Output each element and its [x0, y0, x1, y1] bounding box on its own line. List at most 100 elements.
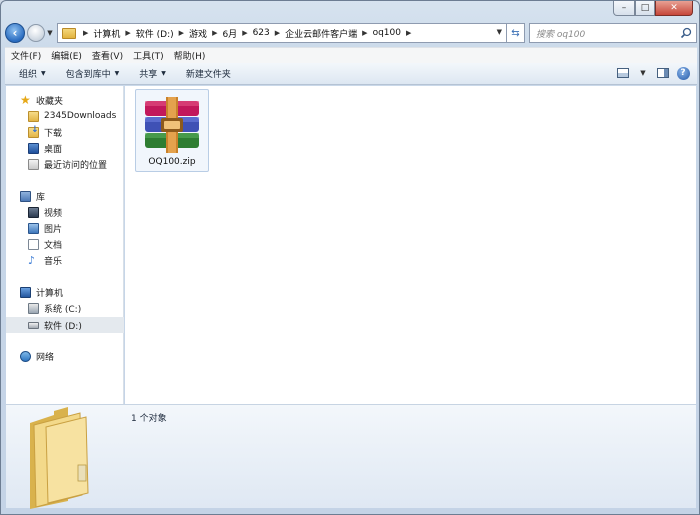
- recent-pages-dropdown[interactable]: ▼: [45, 29, 55, 37]
- new-folder-label: 新建文件夹: [185, 70, 231, 80]
- menu-file[interactable]: 文件(F): [11, 49, 41, 62]
- computer-icon: [20, 286, 31, 298]
- sidebar-network[interactable]: 网络: [6, 348, 124, 364]
- sidebar-item-music[interactable]: ♪ 音乐: [6, 252, 124, 268]
- back-button[interactable]: ‹: [5, 23, 25, 43]
- explorer-window: – □ ✕ ‹ ▼ ▶ 计算机 ▶ 软件 (D:) ▶ 游戏 ▶ 6月 ▶ 62…: [0, 0, 700, 515]
- new-folder-button[interactable]: 新建文件夹: [186, 67, 231, 80]
- help-icon: ?: [676, 66, 690, 80]
- preview-pane-icon: [657, 68, 669, 78]
- share-button[interactable]: 共享 ▼: [139, 67, 166, 80]
- video-icon: [28, 206, 39, 218]
- folder-icon: [28, 110, 39, 122]
- breadcrumb-separator[interactable]: ▶: [242, 29, 247, 37]
- breadcrumb-separator[interactable]: ▶: [212, 29, 217, 37]
- downloads-icon: [28, 125, 39, 138]
- library-icon: [20, 190, 31, 202]
- file-name: OQ100.zip: [148, 157, 196, 167]
- include-in-library-button[interactable]: 包含到库中 ▼: [66, 67, 120, 80]
- sidebar-item-label: 2345Downloads: [44, 111, 117, 121]
- help-button[interactable]: ?: [675, 66, 691, 80]
- sidebar-item-2345downloads[interactable]: 2345Downloads: [6, 108, 124, 124]
- chevron-down-icon: ▼: [161, 70, 166, 77]
- search-placeholder: 搜索 oq100: [536, 29, 586, 40]
- sidebar-item-drive-c[interactable]: 系统 (C:): [6, 300, 124, 316]
- address-bar[interactable]: ▶ 计算机 ▶ 软件 (D:) ▶ 游戏 ▶ 6月 ▶ 623 ▶ 企业云邮件客…: [57, 23, 507, 43]
- maximize-button[interactable]: □: [635, 1, 655, 16]
- breadcrumb-computer[interactable]: 计算机: [93, 27, 120, 40]
- sidebar-item-pictures[interactable]: 图片: [6, 220, 124, 236]
- sidebar-computer[interactable]: 计算机: [6, 284, 124, 300]
- star-icon: ★: [20, 93, 31, 107]
- sidebar-item-drive-d[interactable]: 软件 (D:): [6, 317, 124, 333]
- back-arrow-icon: ‹: [12, 26, 18, 40]
- share-label: 共享: [139, 70, 158, 80]
- breadcrumb-separator[interactable]: ▶: [83, 29, 88, 37]
- breadcrumb-separator[interactable]: ▶: [179, 29, 184, 37]
- sidebar-item-label: 最近访问的位置: [44, 160, 108, 171]
- navigation-pane: ★ 收藏夹 2345Downloads 下载 桌面 最近访问的位置 库 视频: [6, 86, 124, 404]
- breadcrumb-separator[interactable]: ▶: [362, 29, 367, 37]
- menu-bar: 文件(F) 编辑(E) 查看(V) 工具(T) 帮助(H): [5, 47, 697, 63]
- item-count: 1 个对象: [131, 414, 167, 424]
- minimize-button[interactable]: –: [613, 1, 635, 16]
- desktop-icon: [28, 142, 39, 154]
- menu-tools[interactable]: 工具(T): [133, 49, 164, 62]
- folder-icon: [30, 407, 89, 509]
- view-controls: ▼ ?: [611, 66, 691, 80]
- address-dropdown-icon[interactable]: ▼: [497, 28, 502, 36]
- sidebar-item-label: 软件 (D:): [44, 321, 82, 332]
- sidebar-favorites[interactable]: ★ 收藏夹: [6, 92, 124, 108]
- breadcrumb-games[interactable]: 游戏: [189, 27, 207, 40]
- sidebar-item-videos[interactable]: 视频: [6, 204, 124, 220]
- sidebar-item-label: 桌面: [44, 144, 63, 155]
- refresh-button[interactable]: ⇆: [507, 23, 525, 43]
- file-item[interactable]: OQ100.zip: [135, 89, 209, 172]
- sidebar-item-label: 下载: [44, 128, 63, 139]
- folder-icon: [62, 27, 76, 39]
- close-button[interactable]: ✕: [655, 1, 693, 16]
- network-icon: [20, 350, 31, 362]
- sidebar-item-label: 系统 (C:): [44, 304, 82, 315]
- refresh-icon: ⇆: [511, 27, 520, 39]
- sidebar-item-recent-places[interactable]: 最近访问的位置: [6, 156, 124, 172]
- view-icon: [617, 68, 629, 78]
- view-options-dropdown[interactable]: ▼: [635, 66, 651, 80]
- chevron-down-icon: ▼: [114, 70, 120, 77]
- menu-view[interactable]: 查看(V): [92, 49, 123, 62]
- menu-help[interactable]: 帮助(H): [174, 49, 206, 62]
- search-box[interactable]: 搜索 oq100: [529, 23, 697, 43]
- breadcrumb-june[interactable]: 6月: [222, 27, 237, 40]
- breadcrumb-separator[interactable]: ▶: [125, 29, 130, 37]
- breadcrumb-mail-client[interactable]: 企业云邮件客户端: [285, 27, 357, 40]
- file-list[interactable]: OQ100.zip: [125, 86, 696, 404]
- sidebar-item-downloads[interactable]: 下载: [6, 124, 124, 140]
- recent-places-icon: [28, 158, 39, 170]
- sidebar-item-label: 视频: [44, 208, 63, 219]
- sidebar-item-label: 音乐: [44, 256, 63, 267]
- details-pane: 1 个对象: [6, 404, 696, 509]
- change-view-button[interactable]: [615, 66, 631, 80]
- breadcrumb-623[interactable]: 623: [253, 28, 270, 38]
- sidebar-item-label: 文档: [44, 240, 63, 251]
- music-icon: ♪: [28, 253, 36, 267]
- navigation-bar: ‹ ▼ ▶ 计算机 ▶ 软件 (D:) ▶ 游戏 ▶ 6月 ▶ 623 ▶ 企业…: [5, 21, 697, 45]
- organize-label: 组织: [19, 70, 38, 80]
- pictures-icon: [28, 222, 39, 234]
- forward-button[interactable]: [27, 24, 45, 42]
- search-icon[interactable]: [680, 27, 692, 39]
- sidebar-item-documents[interactable]: 文档: [6, 236, 124, 252]
- preview-pane-button[interactable]: [655, 66, 671, 80]
- sidebar-favorites-label: 收藏夹: [36, 96, 64, 107]
- documents-icon: [28, 238, 39, 250]
- breadcrumb-oq100[interactable]: oq100: [373, 28, 401, 38]
- breadcrumb-separator[interactable]: ▶: [275, 29, 280, 37]
- menu-edit[interactable]: 编辑(E): [51, 49, 82, 62]
- sidebar-libraries[interactable]: 库: [6, 188, 124, 204]
- breadcrumb-separator[interactable]: ▶: [406, 29, 411, 37]
- organize-button[interactable]: 组织 ▼: [19, 67, 46, 80]
- sidebar-item-desktop[interactable]: 桌面: [6, 140, 124, 156]
- breadcrumb-drive-d[interactable]: 软件 (D:): [136, 27, 174, 40]
- caption-buttons: – □ ✕: [613, 1, 693, 16]
- winrar-archive-icon: [145, 97, 199, 153]
